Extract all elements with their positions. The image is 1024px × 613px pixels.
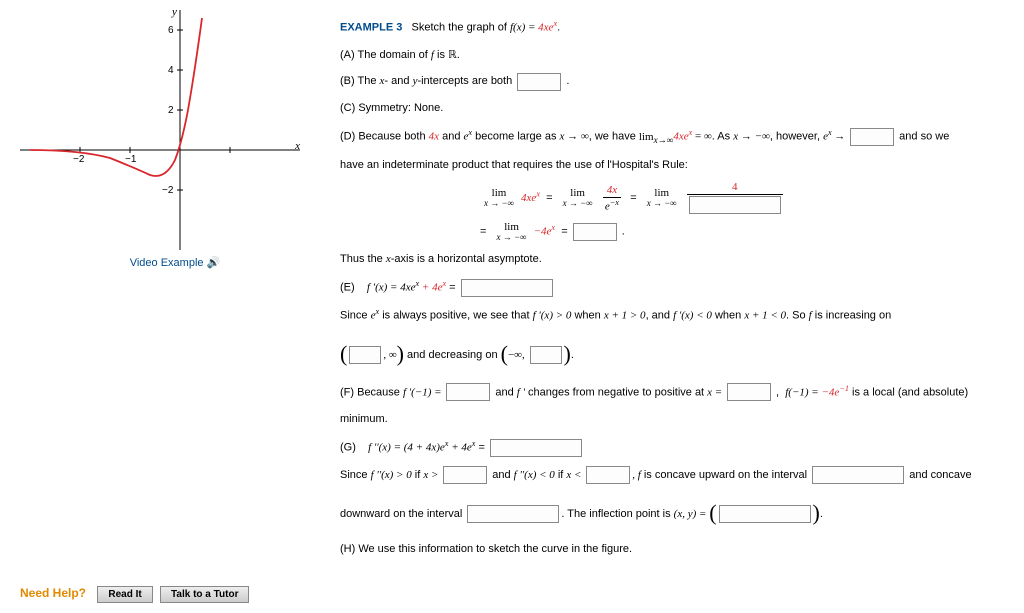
- need-help-row: Need Help? Read It Talk to a Tutor: [20, 586, 1004, 603]
- part-d-thus: Thus the x-axis is a horizontal asymptot…: [340, 249, 1004, 270]
- answer-box-g3[interactable]: [812, 466, 904, 484]
- part-e-equation: (E) f '(x) = 4xex + 4ex =: [340, 276, 1004, 299]
- answer-box-lim-val[interactable]: [573, 223, 617, 241]
- part-g-down: downward on the interval . The inflectio…: [340, 492, 1004, 534]
- answer-box-b[interactable]: [517, 73, 561, 91]
- answer-box-g4[interactable]: [467, 505, 559, 523]
- need-help-label: Need Help?: [20, 586, 86, 600]
- x-axis-label: x: [295, 140, 300, 152]
- answer-box-g2[interactable]: [586, 466, 630, 484]
- tick-y-2: 2: [168, 105, 174, 116]
- limit-equation-2: = limx → −∞ −4ex = .: [480, 220, 1004, 243]
- answer-box-f1[interactable]: [446, 383, 490, 401]
- graph: y x −2 −1 2 4 6 −2: [20, 10, 300, 250]
- part-e-intervals: (, ∞) and decreasing on (−∞, ).: [340, 333, 1004, 375]
- answer-box-dec-b[interactable]: [530, 346, 562, 364]
- tick-x-n2: −2: [73, 154, 84, 165]
- prompt-prefix: Sketch the graph of: [412, 22, 510, 34]
- part-g-equation: (G) f ''(x) = (4 + 4x)ex + 4ex =: [340, 436, 1004, 459]
- tick-x-n1: −1: [125, 154, 136, 165]
- video-example-link[interactable]: Video Example 🔊: [20, 256, 330, 269]
- part-b: (B) The x- and y-intercepts are both .: [340, 71, 1004, 92]
- tick-y-n2: −2: [162, 185, 173, 196]
- part-g-since: Since f ''(x) > 0 if x > and f ''(x) < 0…: [340, 465, 1004, 486]
- part-a: (A) The domain of f is ℝ.: [340, 45, 1004, 66]
- graph-svg: [20, 10, 300, 250]
- read-it-button[interactable]: Read It: [97, 586, 152, 603]
- part-f: (F) Because f '(−1) = and f ' changes fr…: [340, 381, 1004, 404]
- answer-box-d1[interactable]: [850, 128, 894, 146]
- answer-box-lim-den[interactable]: [689, 196, 781, 214]
- tick-y-4: 4: [168, 65, 174, 76]
- graph-panel: y x −2 −1 2 4 6 −2: [20, 10, 330, 269]
- part-h: (H) We use this information to sketch th…: [340, 539, 1004, 560]
- answer-box-e[interactable]: [461, 279, 553, 297]
- video-example-text: Video Example: [130, 257, 204, 269]
- part-d-line1: (D) Because both 4x and ex become large …: [340, 125, 1004, 149]
- content-panel: EXAMPLE 3 Sketch the graph of f(x) = 4xe…: [330, 10, 1004, 566]
- example-label: EXAMPLE 3: [340, 22, 402, 34]
- answer-box-f2[interactable]: [727, 383, 771, 401]
- answer-box-inc-a[interactable]: [349, 346, 381, 364]
- part-c: (C) Symmetry: None.: [340, 98, 1004, 119]
- part-d-line2: have an indeterminate product that requi…: [340, 155, 1004, 176]
- answer-box-g1[interactable]: [443, 466, 487, 484]
- example-heading: EXAMPLE 3 Sketch the graph of f(x) = 4xe…: [340, 16, 1004, 39]
- speaker-icon: 🔊: [207, 257, 221, 269]
- part-f-min: minimum.: [340, 409, 1004, 430]
- answer-box-g5[interactable]: [719, 505, 811, 523]
- y-axis-label: y: [172, 6, 177, 18]
- part-e-since: Since ex is always positive, we see that…: [340, 304, 1004, 327]
- answer-box-g[interactable]: [490, 439, 582, 457]
- limit-equation-1: limx → −∞ 4xex = limx → −∞ 4xe−x = limx …: [480, 182, 1004, 214]
- tick-y-6: 6: [168, 25, 174, 36]
- talk-tutor-button[interactable]: Talk to a Tutor: [160, 586, 249, 603]
